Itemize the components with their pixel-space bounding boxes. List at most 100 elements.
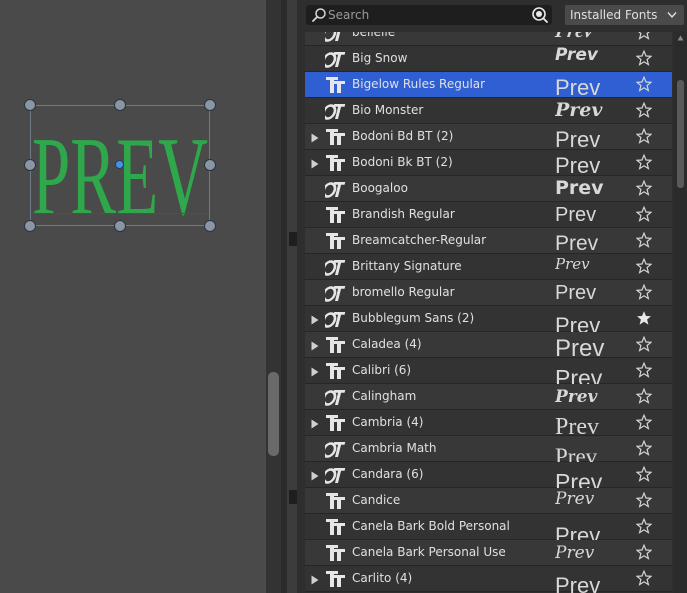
expand-arrow-icon[interactable] <box>311 314 319 325</box>
font-preview: Prev <box>555 153 601 178</box>
star-filled-icon[interactable] <box>636 310 652 326</box>
search-input[interactable] <box>328 5 523 25</box>
font-row[interactable]: Breamcatcher-Regular Prev <box>305 228 672 254</box>
font-row[interactable]: bellelle Prev <box>305 32 672 46</box>
resize-handle-top-right[interactable] <box>204 99 216 111</box>
font-name: Cambria (4) <box>352 415 424 429</box>
font-name: Bodoni Bk BT (2) <box>352 155 453 169</box>
star-icon[interactable] <box>635 569 653 586</box>
font-row[interactable]: Big Snow Prev <box>305 46 672 72</box>
resize-handle-top-center[interactable] <box>114 99 126 111</box>
star-icon[interactable] <box>635 153 653 170</box>
search-icon <box>312 8 326 22</box>
star-icon[interactable] <box>635 283 653 300</box>
truetype-icon <box>325 335 347 355</box>
chevron-down-icon <box>667 12 677 19</box>
font-list[interactable]: bellellePrevBig SnowPrevBigelow Rules Re… <box>305 32 672 593</box>
resize-handle-middle-left[interactable] <box>24 159 36 171</box>
search-box <box>306 5 552 25</box>
scroll-up-arrow-icon[interactable] <box>677 35 684 41</box>
expand-arrow-icon[interactable] <box>311 132 319 143</box>
star-icon[interactable] <box>635 413 653 430</box>
font-source-selected: Installed Fonts <box>570 8 658 22</box>
font-row[interactable]: Calingham Prev <box>305 384 672 410</box>
font-preview: Prev <box>555 573 601 593</box>
star-icon[interactable] <box>635 361 653 378</box>
resize-handle-bottom-center[interactable] <box>114 220 126 232</box>
font-row[interactable]: Candara (6) Prev <box>305 462 672 494</box>
canvas-scroll-thumb[interactable] <box>268 372 279 456</box>
star-icon[interactable] <box>635 257 653 274</box>
panel-splitter-grip[interactable] <box>289 490 297 504</box>
star-icon[interactable] <box>635 387 653 404</box>
resize-handle-middle-right[interactable] <box>204 159 216 171</box>
font-row[interactable]: Brittany Signature Prev <box>305 254 672 280</box>
font-row[interactable]: Brandish Regular Prev <box>305 202 672 228</box>
font-preview: Prev <box>555 75 601 100</box>
star-icon[interactable] <box>635 49 653 66</box>
search-options-icon[interactable] <box>531 6 549 24</box>
font-name: Bigelow Rules Regular <box>352 77 486 91</box>
font-row[interactable]: Bodoni Bk BT (2) Prev <box>305 150 672 178</box>
font-row[interactable]: Canela Bark Bold Personal UsePrev <box>305 514 672 547</box>
truetype-icon <box>325 361 347 381</box>
font-preview: Prev <box>555 204 597 226</box>
font-source-dropdown[interactable]: Installed Fonts <box>565 5 684 25</box>
star-icon[interactable] <box>635 543 653 560</box>
star-icon[interactable] <box>635 205 653 222</box>
font-row[interactable]: Calibri (6) Prev <box>305 358 672 390</box>
star-icon[interactable] <box>635 127 653 144</box>
panel-divider[interactable] <box>281 0 287 593</box>
expand-arrow-icon[interactable] <box>311 158 319 169</box>
font-name: Caladea (4) <box>352 337 422 351</box>
rotation-center-handle[interactable] <box>115 160 124 169</box>
star-icon[interactable] <box>635 335 653 352</box>
truetype-icon <box>325 517 347 537</box>
star-icon[interactable] <box>635 231 653 248</box>
font-preview: Prev <box>555 127 601 152</box>
font-row[interactable]: Cambria Math Prev <box>305 436 672 468</box>
font-panel: Installed Fonts bellelle Prev Big Snow Prev… <box>297 0 687 593</box>
panel-splitter-grip[interactable] <box>289 232 297 246</box>
font-row[interactable]: Cambria (4) Prev <box>305 410 672 439</box>
star-icon[interactable] <box>635 517 653 534</box>
star-icon[interactable] <box>635 75 653 92</box>
design-canvas[interactable]: PREV <box>0 0 266 593</box>
opentype-icon <box>322 101 347 121</box>
expand-arrow-icon[interactable] <box>311 470 319 481</box>
font-row[interactable]: Bio Monster Prev <box>305 98 672 124</box>
star-icon[interactable] <box>636 32 652 40</box>
star-icon[interactable] <box>635 179 653 196</box>
font-list-scroll-thumb[interactable] <box>677 80 684 188</box>
font-row[interactable]: Bubblegum Sans (2) Prev <box>305 306 672 337</box>
expand-arrow-icon[interactable] <box>311 340 319 351</box>
font-row[interactable]: Bodoni Bd BT (2) Prev <box>305 124 672 152</box>
font-row[interactable]: bromello Regular Prev <box>305 280 672 306</box>
font-row[interactable]: Canela Bark Personal Use Prev <box>305 540 672 566</box>
star-icon[interactable] <box>635 439 653 456</box>
font-name: Candara (6) <box>352 467 424 481</box>
expand-arrow-icon[interactable] <box>311 574 319 585</box>
resize-handle-top-left[interactable] <box>24 99 36 111</box>
resize-handle-bottom-left[interactable] <box>24 220 36 232</box>
truetype-icon <box>325 413 347 433</box>
truetype-icon <box>325 231 347 251</box>
truetype-icon <box>325 127 347 147</box>
star-icon[interactable] <box>635 465 653 482</box>
font-row[interactable]: Bigelow Rules Regular Prev <box>305 72 672 100</box>
font-row[interactable]: Boogaloo Prev <box>305 176 672 202</box>
expand-arrow-icon[interactable] <box>311 366 319 377</box>
font-row[interactable]: Caladea (4) Prev <box>305 332 672 361</box>
font-row[interactable]: Carlito (4) Prev <box>305 566 672 593</box>
font-preview: Prev <box>555 255 590 273</box>
font-row[interactable]: Candice Prev <box>305 488 672 514</box>
font-preview: Prev <box>555 543 595 563</box>
opentype-icon <box>322 49 347 69</box>
canvas-vertical-scrollbar[interactable] <box>266 0 281 593</box>
star-icon[interactable] <box>635 491 653 508</box>
opentype-icon <box>322 179 347 199</box>
star-icon[interactable] <box>635 101 653 118</box>
expand-arrow-icon[interactable] <box>311 418 319 429</box>
resize-handle-bottom-right[interactable] <box>204 220 216 232</box>
font-name: bellelle <box>352 32 396 39</box>
